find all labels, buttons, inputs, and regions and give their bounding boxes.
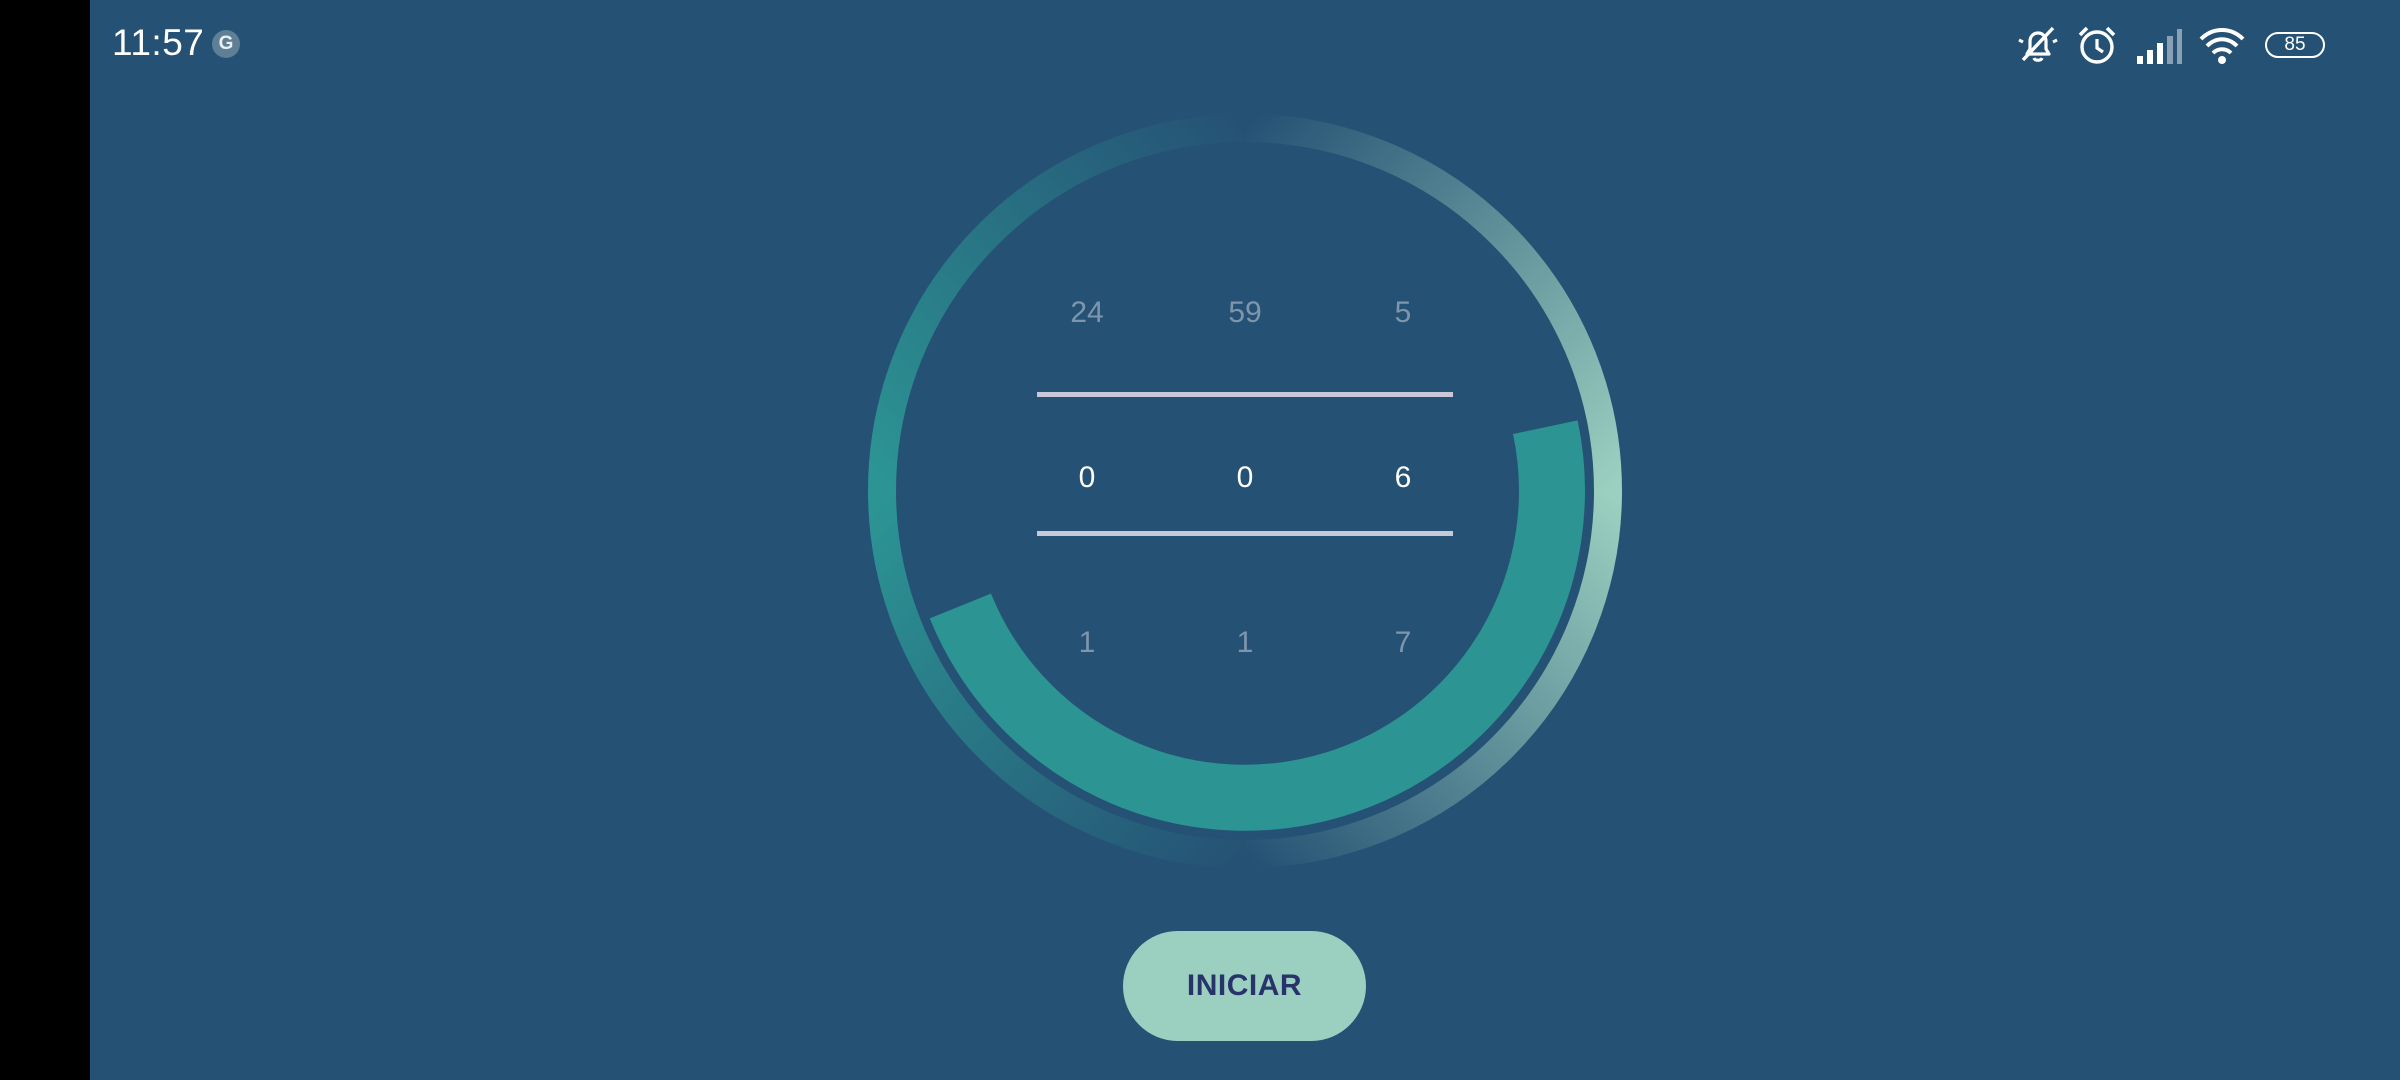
status-bar: 11:57 G 85 — [90, 0, 2400, 90]
battery-indicator: 85 — [2265, 32, 2325, 58]
status-time: 11:57 — [112, 22, 205, 63]
hours-below[interactable]: 1 — [1037, 626, 1137, 660]
seconds-below[interactable]: 7 — [1353, 626, 1453, 660]
signal-icon — [2137, 29, 2182, 64]
minutes-picker[interactable]: 59 0 1 — [1195, 280, 1295, 700]
hours-selected[interactable]: 0 — [1037, 461, 1137, 495]
timer-dial: 24 0 1 59 0 1 5 6 7 — [868, 114, 1622, 868]
alarm-icon — [2078, 26, 2116, 64]
wifi-icon — [2199, 28, 2245, 64]
mute-icon — [2018, 26, 2058, 62]
start-button[interactable]: INICIAR — [1123, 931, 1366, 1041]
minutes-below[interactable]: 1 — [1195, 626, 1295, 660]
seconds-above[interactable]: 5 — [1353, 296, 1453, 330]
hours-picker[interactable]: 24 0 1 — [1037, 280, 1137, 700]
minutes-selected[interactable]: 0 — [1195, 461, 1295, 495]
hours-above[interactable]: 24 — [1037, 296, 1137, 330]
time-picker[interactable]: 24 0 1 59 0 1 5 6 7 — [1037, 280, 1453, 700]
status-icons: 85 — [2015, 22, 2325, 70]
minutes-above[interactable]: 59 — [1195, 296, 1295, 330]
google-icon-letter: G — [218, 33, 234, 54]
google-icon: G — [212, 30, 240, 58]
camera-cutout — [0, 0, 90, 1080]
seconds-picker[interactable]: 5 6 7 — [1353, 280, 1453, 700]
seconds-selected[interactable]: 6 — [1353, 461, 1453, 495]
